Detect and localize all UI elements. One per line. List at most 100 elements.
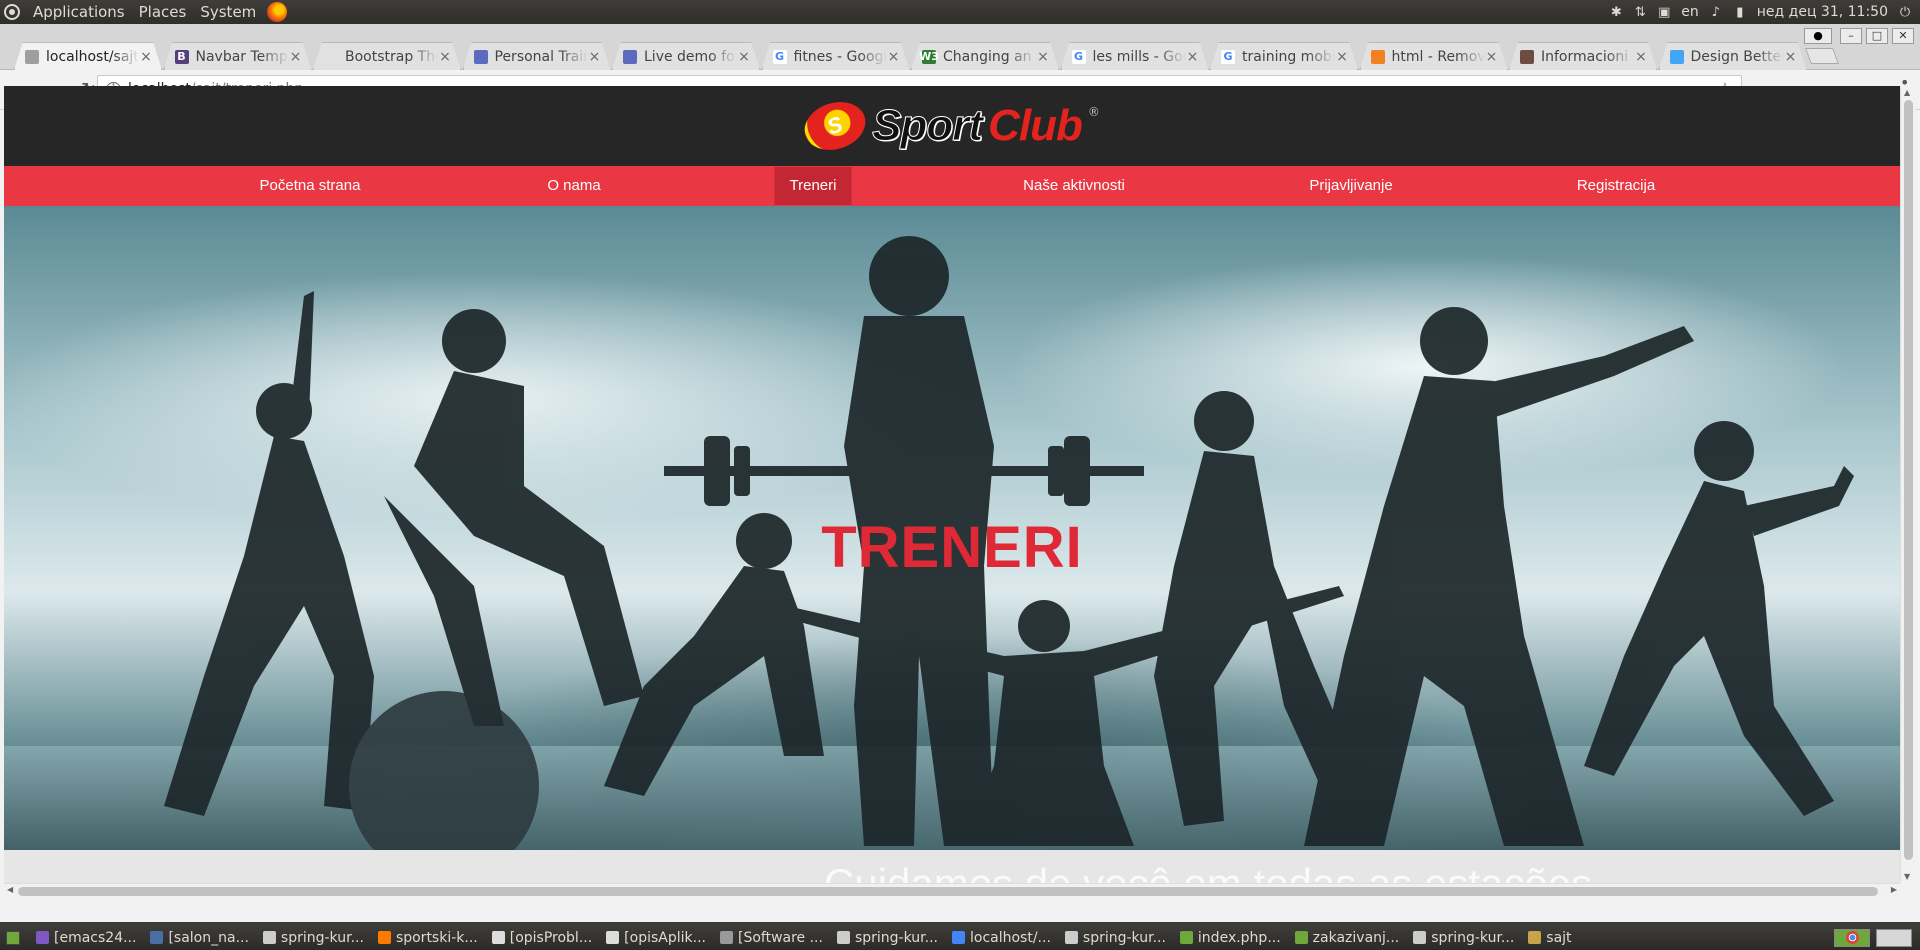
scroll-left-arrow-icon[interactable]: ◀ (7, 885, 13, 894)
browser-tab[interactable]: W3 Changing an × (911, 42, 1059, 70)
nav-pocetna-strana[interactable]: Početna strana (245, 167, 376, 205)
taskbar-item[interactable]: sajt (1522, 927, 1577, 949)
nav-registracija[interactable]: Registracija (1562, 167, 1670, 205)
new-tab-button[interactable] (1805, 48, 1839, 64)
close-window-button[interactable]: ✕ (1892, 28, 1914, 44)
tab-close-icon[interactable]: × (1335, 49, 1349, 65)
taskbar-item[interactable]: [Software ... (714, 927, 829, 949)
taskbar-item[interactable]: [opisProbl... (486, 927, 598, 949)
logo-word-club: Club (988, 101, 1083, 150)
taskbar-item[interactable]: [emacs24... (30, 927, 142, 949)
browser-tab[interactable]: Gfitnes - Google × (761, 42, 910, 70)
battery-icon[interactable]: ▮ (1733, 5, 1747, 20)
tab-title: localhost/sajt/treneri.php (46, 48, 139, 65)
tab-title: training mobile (1242, 48, 1335, 65)
tab-close-icon[interactable]: × (887, 49, 901, 65)
tab-close-icon[interactable]: × (588, 49, 602, 65)
tab-close-icon[interactable]: × (289, 49, 303, 65)
clock[interactable]: нед дец 31, 11:50 (1757, 4, 1888, 20)
vertical-scrollbar[interactable]: ▲ ▼ (1900, 86, 1916, 883)
top-panel: Applications Places System ✱ ⇅ ▣ en ♪ ▮ … (0, 0, 1920, 24)
page-viewport: S Sport Club ® Početna strana O nama Tren… (4, 86, 1900, 883)
task-app-icon (36, 931, 49, 944)
network-icon[interactable]: ⇅ (1633, 5, 1647, 20)
vertical-scroll-thumb[interactable] (1904, 100, 1913, 860)
minimize-button[interactable]: – (1840, 28, 1862, 44)
places-menu[interactable]: Places (132, 3, 194, 21)
taskbar-item[interactable]: spring-kur... (1407, 927, 1520, 949)
tab-close-icon[interactable]: × (1485, 49, 1499, 65)
system-menu[interactable]: System (193, 3, 263, 21)
tab-close-icon[interactable]: × (1784, 49, 1798, 65)
bluetooth-icon[interactable]: ✱ (1609, 5, 1623, 20)
power-icon[interactable]: ⏻ (1898, 5, 1912, 20)
tab-title: Changing an (943, 48, 1032, 65)
nav-nase-aktivnosti[interactable]: Naše aktivnosti (1008, 167, 1140, 205)
horizontal-scrollbar[interactable]: ◀ ▶ (4, 883, 1900, 898)
browser-tab[interactable]: Gles mills - Google× (1060, 42, 1209, 70)
taskbar-item[interactable]: spring-kur... (831, 927, 944, 949)
browser-tab[interactable]: Informacioni × (1509, 42, 1657, 70)
task-label: sajt (1546, 929, 1572, 946)
task-app-icon (262, 931, 276, 944)
browser-tab[interactable]: html - Remove × (1359, 42, 1508, 70)
tab-close-icon[interactable]: × (139, 49, 153, 65)
browser-tab[interactable]: Live demo for × (612, 42, 760, 70)
profile-icon[interactable]: ● (1804, 28, 1832, 44)
display-icon[interactable]: ▣ (1657, 5, 1671, 20)
task-app-icon (377, 931, 391, 944)
browser-tab[interactable]: Personal Trainer× (462, 42, 611, 70)
taskbar-item[interactable]: [salon_na... (144, 927, 254, 949)
sportclub-logo[interactable]: S Sport Club ® (798, 94, 1100, 158)
logo-badge: S (798, 94, 872, 158)
nav-treneri[interactable]: Treneri (774, 167, 852, 205)
show-desktop-button[interactable] (6, 930, 20, 945)
tab-close-icon[interactable]: × (737, 49, 751, 65)
w3schools-icon: W3 (919, 49, 939, 64)
browser-tab[interactable]: Design Better × (1658, 42, 1807, 70)
taskbar-item[interactable]: spring-kur... (257, 927, 370, 949)
maximize-button[interactable]: □ (1866, 28, 1888, 44)
window-controls: – □ ✕ (1840, 28, 1914, 44)
workspace-switcher-2[interactable] (1876, 928, 1912, 947)
task-label: index.php... (1197, 929, 1281, 946)
taskbar-item[interactable]: localhost/... (946, 927, 1057, 949)
tab-close-icon[interactable]: × (1036, 49, 1050, 65)
tab-close-icon[interactable]: × (1186, 49, 1200, 65)
browser-tab[interactable]: Bootstrap Theme× (313, 42, 461, 70)
taskbar-item[interactable]: sportski-k... (372, 927, 484, 949)
task-label: [opisAplik... (624, 929, 706, 946)
browser-tab[interactable]: Gtraining mobile× (1210, 42, 1358, 70)
bottom-taskbar: [emacs24... [salon_na... spring-kur... spor… (0, 925, 1920, 950)
tab-title: Live demo for (644, 48, 737, 65)
keyboard-layout[interactable]: en (1681, 4, 1699, 20)
taskbar-item[interactable]: [opisAplik... (600, 927, 712, 949)
page-icon (25, 49, 39, 64)
task-app-icon (719, 931, 733, 944)
tab-strip: localhost/sajt/treneri.php×BNavbar Templ… (0, 24, 1920, 70)
tab-title: Bootstrap Theme (345, 48, 438, 65)
workspace-switcher-1[interactable] (1834, 928, 1870, 947)
browser-tab[interactable]: localhost/sajt/treneri.php× (14, 42, 162, 70)
hero-banner: TRENERI (4, 206, 1900, 850)
taskbar-item[interactable]: index.php... (1174, 927, 1287, 949)
horizontal-scroll-thumb[interactable] (18, 887, 1878, 896)
scroll-down-arrow-icon[interactable]: ▼ (1904, 872, 1910, 881)
taskbar-item[interactable]: zakazivanj... (1289, 927, 1406, 949)
task-label: [Software ... (737, 929, 823, 946)
scroll-up-arrow-icon[interactable]: ▲ (1904, 88, 1910, 97)
taskbar-item[interactable]: spring-kur... (1059, 927, 1172, 949)
volume-icon[interactable]: ♪ (1709, 5, 1723, 20)
logo-word-sport: Sport (872, 101, 984, 151)
browser-tab[interactable]: B Navbar Templates× (163, 42, 312, 70)
tab-close-icon[interactable]: × (1634, 49, 1648, 65)
nav-prijavljivanje[interactable]: Prijavljivanje (1294, 167, 1407, 205)
hero-title: TRENERI (821, 515, 1083, 580)
ubuntu-logo-icon[interactable] (4, 4, 20, 20)
applications-menu[interactable]: Applications (26, 3, 132, 21)
firefox-launcher-icon[interactable] (267, 2, 288, 22)
scroll-right-arrow-icon[interactable]: ▶ (1891, 885, 1897, 894)
nav-o-nama[interactable]: O nama (532, 167, 615, 205)
tab-close-icon[interactable]: × (438, 49, 452, 65)
task-app-icon (606, 931, 620, 944)
